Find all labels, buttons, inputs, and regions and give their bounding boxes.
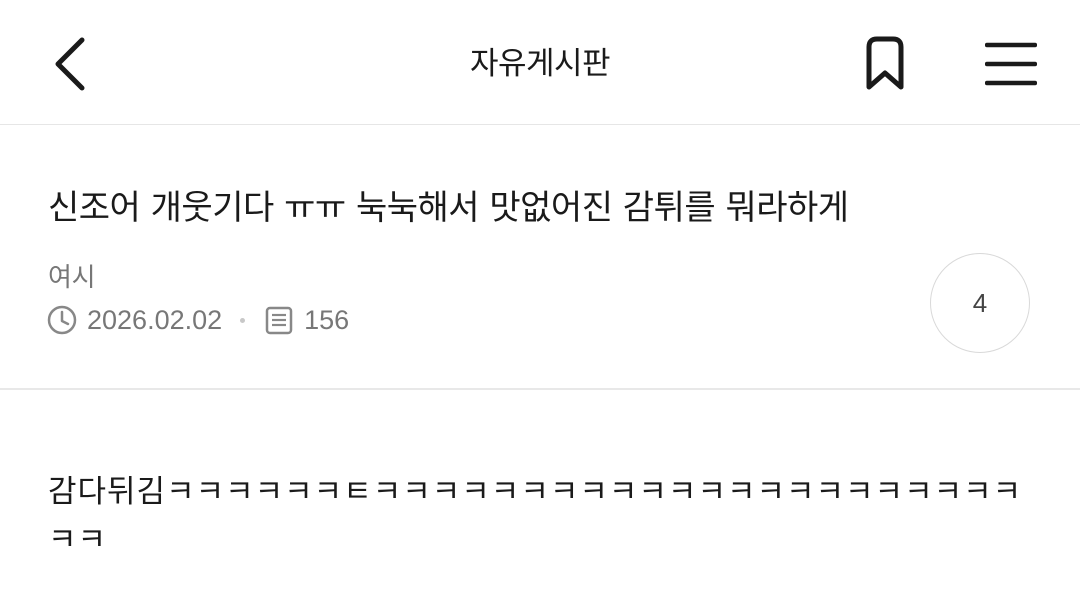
post-date: 2026.02.02 bbox=[87, 304, 223, 335]
post-header: 신조어 개웃기다 ㅠㅠ 눅눅해서 맛없어진 감튀를 뭐라하게 여시 2026.0… bbox=[0, 126, 1080, 390]
top-app-bar: 자유게시판 bbox=[0, 0, 1080, 125]
bookmark-icon bbox=[866, 36, 904, 90]
post-meta: 2026.02.02 156 bbox=[46, 302, 349, 338]
comment-count-button[interactable]: 4 bbox=[930, 253, 1030, 353]
view-count: 156 bbox=[304, 304, 350, 335]
author-name[interactable]: 여시 bbox=[48, 257, 96, 294]
menu-button[interactable] bbox=[978, 30, 1044, 98]
separator-dot bbox=[240, 317, 246, 323]
hamburger-menu-icon bbox=[985, 42, 1037, 86]
clock-icon bbox=[46, 304, 78, 336]
board-title: 자유게시판 bbox=[469, 46, 611, 82]
post-body: 감다뒤김ㅋㅋㅋㅋㅋㅋㅌㅋㅋㅋㅋㅋㅋㅋㅋㅋㅋㅋㅋㅋㅋㅋㅋㅋㅋㅋㅋㅋㅋㅋㅋ bbox=[48, 474, 1023, 558]
document-icon bbox=[263, 304, 295, 336]
bookmark-button[interactable] bbox=[852, 30, 918, 98]
post-title: 신조어 개웃기다 ㅠㅠ 눅눅해서 맛없어진 감튀를 뭐라하게 bbox=[48, 188, 849, 228]
